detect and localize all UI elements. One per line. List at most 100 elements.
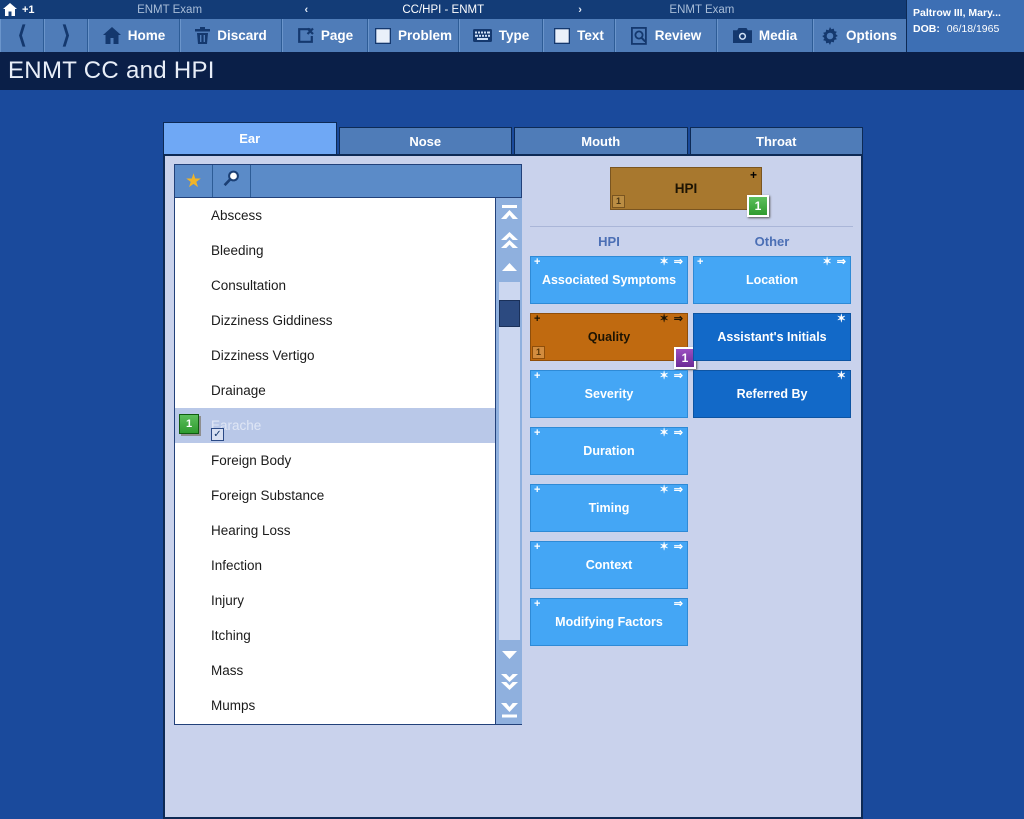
list-item-label: Drainage (211, 383, 266, 398)
review-button[interactable]: Review (615, 19, 717, 52)
list-item[interactable]: Dizziness Giddiness (175, 303, 521, 338)
other-button-label: Referred By (736, 387, 808, 401)
marker-icons: ✶ ⇒ (659, 427, 684, 439)
list-scrollbar[interactable] (495, 198, 522, 724)
hpi-header-label: HPI (674, 181, 698, 196)
work-area: Ear Nose Mouth Throat ★ Abscess Bleeding (0, 90, 1024, 819)
patient-dob-value: 06/18/1965 (946, 23, 1000, 36)
hpi-button-severity[interactable]: + ✶ ⇒ Severity (530, 370, 688, 418)
favorites-button[interactable]: ★ (175, 165, 213, 197)
list-item-selected[interactable]: 1 Earache ✓ (175, 408, 521, 443)
trash-icon (195, 27, 211, 44)
scroll-thumb[interactable] (498, 300, 520, 327)
other-button-assistants-initials[interactable]: ✶ Assistant's Initials (693, 313, 851, 361)
tab-panel: ★ Abscess Bleeding Consultation Dizzines… (163, 154, 863, 819)
hpi-button-context[interactable]: + ✶ ⇒ Context (530, 541, 688, 589)
list-item-checkbox[interactable]: ✓ (211, 428, 224, 441)
home-button-label: Home (127, 28, 166, 43)
patient-info[interactable]: Paltrow III, Mary... DOB: 06/18/1965 (906, 0, 1024, 52)
toolbar: ⟨ ⟩ Home Discard Page Problem Type Text … (0, 19, 1024, 52)
home-button[interactable]: Home (88, 19, 180, 52)
symptom-list-panel: ★ Abscess Bleeding Consultation Dizzines… (174, 164, 522, 725)
list-item-label: Consultation (211, 278, 287, 293)
section-divider (530, 226, 853, 227)
discard-button[interactable]: Discard (180, 19, 282, 52)
tab-ear[interactable]: Ear (163, 122, 337, 154)
marker-icons: ✶ (836, 370, 847, 382)
hpi-button-duration[interactable]: + ✶ ⇒ Duration (530, 427, 688, 475)
scroll-top-most-icon[interactable] (496, 198, 523, 226)
scroll-line-down-icon[interactable] (496, 642, 523, 668)
chevron-right-icon: ⟩ (61, 21, 71, 49)
list-item[interactable]: Drainage (175, 373, 521, 408)
plus-icon: + (534, 256, 541, 268)
page-button[interactable]: Page (282, 19, 368, 52)
list-item[interactable]: Mass (175, 653, 521, 688)
other-button-label: Assistant's Initials (717, 330, 827, 344)
hpi-header-button[interactable]: + HPI 1 1 (610, 167, 769, 217)
hpi-button-label: Context (585, 558, 633, 572)
other-button-location[interactable]: + ✶ ⇒ Location (693, 256, 851, 304)
list-item[interactable]: Consultation (175, 268, 521, 303)
list-item-label: Dizziness Vertigo (211, 348, 315, 363)
list-item[interactable]: Foreign Body (175, 443, 521, 478)
hpi-button-label: Severity (584, 387, 634, 401)
titlebar-segment-2[interactable]: ENMT Exam (582, 0, 822, 19)
hpi-button-timing[interactable]: + ✶ ⇒ Timing (530, 484, 688, 532)
text-button[interactable]: Text (543, 19, 615, 52)
tab-throat[interactable]: Throat (689, 127, 863, 154)
other-button-referred-by[interactable]: ✶ Referred By (693, 370, 851, 418)
list-item[interactable]: Mumps (175, 688, 521, 723)
text-button-label: Text (577, 28, 604, 43)
plus-icon: + (697, 256, 704, 268)
problem-button[interactable]: Problem (368, 19, 459, 52)
marker-icons: ✶ (836, 313, 847, 325)
list-item[interactable]: Abscess (175, 198, 521, 233)
type-button-label: Type (498, 28, 530, 43)
search-button[interactable] (213, 165, 251, 197)
gear-icon (821, 26, 839, 45)
search-input[interactable] (251, 165, 521, 197)
plus-icon: + (534, 598, 541, 610)
list-header: ★ (175, 165, 521, 198)
marker-icons: ✶ ⇒ (659, 313, 684, 325)
list-item[interactable]: Injury (175, 583, 521, 618)
star-icon: ★ (184, 170, 203, 192)
marker-icons: ✶ ⇒ (659, 256, 684, 268)
list-item-badge: 1 (179, 414, 199, 434)
titlebar-segment-0[interactable]: ENMT Exam (35, 0, 305, 19)
list-item-label: Mass (211, 663, 244, 678)
titlebar-segment-1[interactable]: CC/HPI - ENMT (308, 0, 578, 19)
list-item[interactable]: Itching (175, 618, 521, 653)
scroll-page-up-icon[interactable] (496, 226, 523, 254)
symptom-list[interactable]: Abscess Bleeding Consultation Dizziness … (175, 198, 521, 724)
hpi-button-associated-symptoms[interactable]: + ✶ ⇒ Associated Symptoms (530, 256, 688, 304)
list-item[interactable]: Foreign Substance (175, 478, 521, 513)
forward-button[interactable]: ⟩ (44, 19, 88, 52)
marker-icons: ✶ ⇒ (822, 256, 847, 268)
list-item[interactable]: Infection (175, 548, 521, 583)
scroll-track[interactable] (498, 282, 520, 640)
scroll-page-down-icon[interactable] (496, 668, 523, 696)
tab-nose[interactable]: Nose (338, 127, 512, 154)
list-item[interactable]: Bleeding (175, 233, 521, 268)
titlebar-plus-count[interactable]: +1 (20, 4, 35, 16)
options-button-label: Options (846, 28, 898, 43)
hpi-button-modifying-factors[interactable]: + ⇒ Modifying Factors (530, 598, 688, 646)
other-button-label: Location (745, 273, 799, 287)
hpi-button-label: Modifying Factors (555, 615, 663, 629)
scroll-line-up-icon[interactable] (496, 254, 523, 280)
plus-icon: + (534, 541, 541, 553)
scroll-bottom-most-icon[interactable] (496, 696, 523, 724)
review-button-label: Review (654, 28, 702, 43)
hpi-button-quality[interactable]: + ✶ ⇒ Quality 1 1 (530, 313, 696, 369)
media-button[interactable]: Media (717, 19, 813, 52)
list-item[interactable]: Hearing Loss (175, 513, 521, 548)
tab-mouth[interactable]: Mouth (514, 127, 688, 154)
home-icon[interactable] (0, 0, 20, 19)
plus-icon: + (534, 484, 541, 496)
list-item[interactable]: Dizziness Vertigo (175, 338, 521, 373)
type-button[interactable]: Type (459, 19, 543, 52)
back-button[interactable]: ⟨ (0, 19, 44, 52)
plus-icon: + (534, 313, 541, 325)
